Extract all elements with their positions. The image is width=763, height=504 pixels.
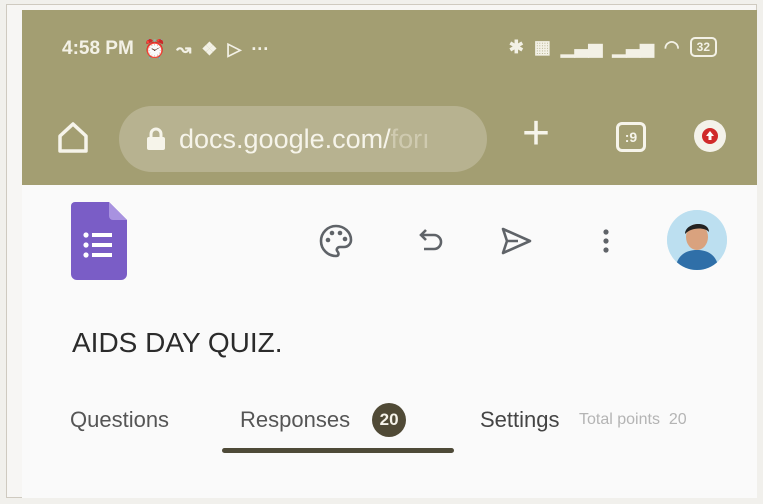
tab-responses-label: Responses [240,407,351,432]
home-icon[interactable] [56,120,90,154]
tab-responses[interactable]: Responses 20 [240,403,407,437]
form-tabs: Questions Responses 20 Settings Total po… [22,395,757,455]
alarm-icon: ⏰ [143,39,167,59]
extension-button[interactable] [694,120,726,152]
total-points: Total points 20 [579,411,687,429]
more-notifications-icon: ··· [251,39,270,59]
wifi-icon: ◠ [663,37,680,57]
status-right: ✱ ▦ ▁▃▅ ▁▃▅ ◠ 32 [509,36,717,58]
app-notification-icon: ❖ [201,39,218,59]
active-tab-indicator [222,448,454,453]
undo-icon[interactable] [412,223,448,259]
nfc-icon: ▦ [533,37,551,57]
signal-sim1-icon: ▁▃▅ [560,37,603,57]
status-bar: 4:58 PM ⏰ ↝ ❖ ▷ ··· ✱ ▦ ▁▃▅ ▁▃▅ ◠ 32 [22,10,757,90]
palette-icon[interactable] [318,223,354,259]
responses-count-badge: 20 [372,403,407,437]
send-icon[interactable] [498,223,534,259]
address-bar[interactable]: docs.google.com/forı [119,106,487,172]
form-title: AIDS DAY QUIZ. [72,327,283,358]
missed-call-icon: ↝ [176,39,192,59]
status-time: 4:58 PM [62,38,134,59]
play-store-icon: ▷ [227,39,242,59]
total-points-value: 20 [668,411,687,428]
lock-icon [147,127,165,150]
total-points-label: Total points [579,411,660,428]
signal-sim2-icon: ▁▃▅ [612,37,654,57]
battery-icon: 32 [689,37,717,57]
new-tab-icon[interactable]: + [522,110,550,158]
extension-icon [702,128,718,144]
more-vert-icon[interactable] [588,223,624,259]
url-text-faded: forı [390,123,430,154]
user-photo-icon [667,210,727,270]
bluetooth-icon: ✱ [508,37,524,57]
tab-questions[interactable]: Questions [70,407,169,433]
account-avatar[interactable] [667,210,727,270]
tab-switcher-button[interactable]: :9 [616,122,646,152]
browser-toolbar: docs.google.com/forı + :9 [22,90,757,185]
browser-chrome: 4:58 PM ⏰ ↝ ❖ ▷ ··· ✱ ▦ ▁▃▅ ▁▃▅ ◠ 32 doc… [22,10,757,185]
google-forms-app: AIDS DAY QUIZ. Questions Responses 20 Se… [22,185,757,498]
tab-settings[interactable]: Settings [480,407,560,433]
google-forms-logo-icon[interactable] [71,202,127,280]
status-left: 4:58 PM ⏰ ↝ ❖ ▷ ··· [62,38,269,60]
url-text: docs.google.com/ [179,123,391,154]
